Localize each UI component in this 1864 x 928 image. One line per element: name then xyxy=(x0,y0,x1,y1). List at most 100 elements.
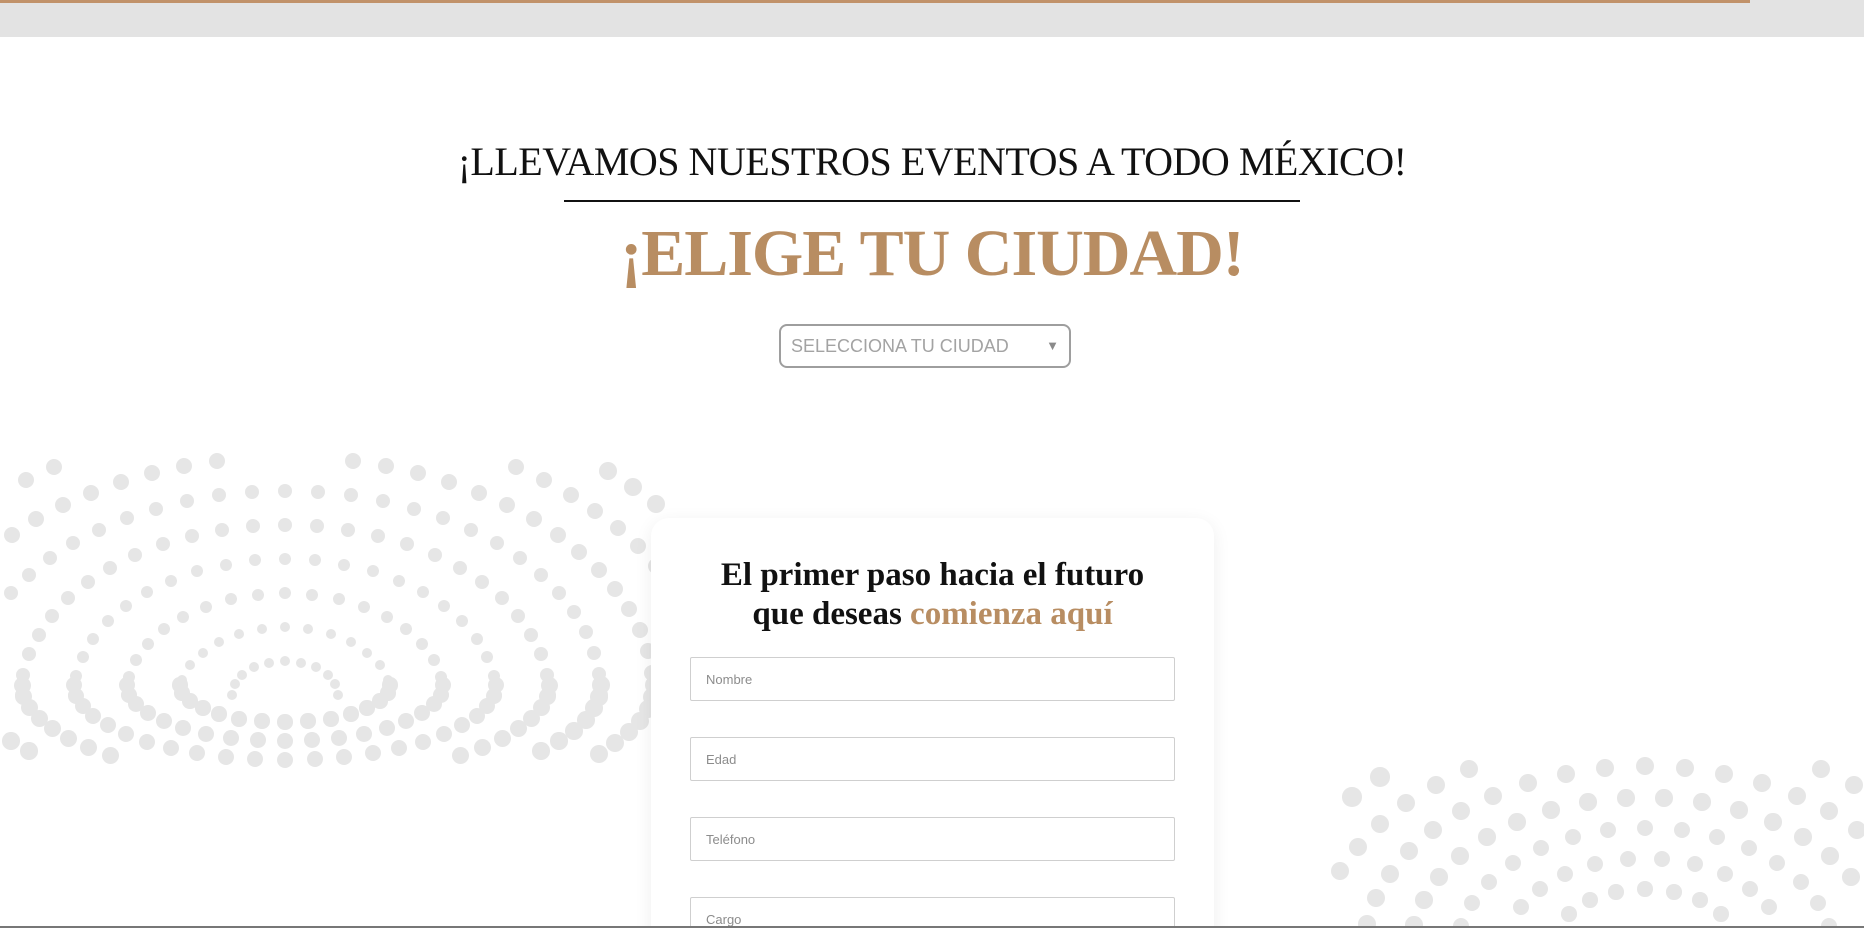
decorative-dot xyxy=(536,472,552,488)
decorative-dot xyxy=(414,705,430,721)
headline: ¡LLEVAMOS NUESTROS EVENTOS A TODO MÉXICO… xyxy=(457,139,1407,184)
decorative-dot xyxy=(198,726,214,742)
age-field[interactable] xyxy=(690,737,1175,781)
decorative-dot xyxy=(358,601,370,613)
city-select[interactable]: SELECCIONA TU CIUDAD ▼ xyxy=(779,324,1071,368)
decorative-dot xyxy=(591,562,607,578)
decorative-dot xyxy=(376,494,390,508)
decorative-dot xyxy=(1653,850,1671,868)
decorative-dot xyxy=(1608,884,1624,900)
decorative-dot xyxy=(333,690,343,700)
decorative-dot xyxy=(237,670,247,680)
decorative-dot xyxy=(1768,854,1786,872)
decorative-dot xyxy=(375,660,385,670)
position-field[interactable] xyxy=(690,897,1175,928)
decorative-dot xyxy=(188,744,206,762)
decorative-dot xyxy=(1809,894,1827,912)
decorative-dot xyxy=(1532,839,1550,857)
decorative-dot xyxy=(393,575,405,587)
decorative-dot xyxy=(471,633,483,645)
decorative-dot xyxy=(1693,793,1711,811)
decorative-dot xyxy=(1637,881,1653,897)
city-title: ¡ELIGE TU CIUDAD! xyxy=(620,217,1245,290)
decorative-dot xyxy=(185,660,195,670)
decorative-dot xyxy=(257,624,267,634)
name-field[interactable] xyxy=(690,657,1175,701)
decorative-dot xyxy=(1480,873,1498,891)
decorative-dot xyxy=(346,637,356,647)
decorative-dot xyxy=(464,523,478,537)
decorative-dot xyxy=(534,647,548,661)
decorative-dot xyxy=(1716,865,1734,883)
decorative-dot xyxy=(323,670,333,680)
decorative-dot xyxy=(144,465,160,481)
decorative-dot xyxy=(1811,759,1831,779)
decorative-dot xyxy=(66,536,80,550)
decorative-dot xyxy=(624,478,642,496)
decorative-dot xyxy=(534,568,548,582)
decorative-dot xyxy=(1741,880,1759,898)
decorative-dot xyxy=(335,748,353,766)
decorative-dot xyxy=(563,487,579,503)
dots-pattern-right xyxy=(1330,756,1864,928)
form-title-line1: El primer paso hacia el futuro xyxy=(720,557,1145,593)
decorative-dot xyxy=(156,537,170,551)
decorative-dot xyxy=(436,511,450,525)
decorative-dot xyxy=(214,637,224,647)
decorative-dot xyxy=(550,732,568,750)
decorative-dot xyxy=(276,751,294,769)
decorative-dot xyxy=(4,586,18,600)
decorative-dot xyxy=(1844,775,1864,795)
decorative-dot xyxy=(453,716,471,734)
decorative-dot xyxy=(428,548,442,562)
decorative-dot xyxy=(195,700,211,716)
decorative-dot xyxy=(217,748,235,766)
decorative-dot xyxy=(1463,894,1481,912)
decorative-dot xyxy=(249,662,259,672)
decorative-dot xyxy=(428,654,440,666)
decorative-dot xyxy=(1415,891,1433,909)
decorative-dot xyxy=(338,559,350,571)
decorative-dot xyxy=(142,638,154,650)
decorative-dot xyxy=(46,459,62,475)
decorative-dot xyxy=(508,459,524,475)
decorative-dot xyxy=(250,732,266,748)
decorative-dot xyxy=(471,485,487,501)
decorative-dot xyxy=(1430,868,1448,886)
decorative-dot xyxy=(493,729,511,747)
phone-field[interactable] xyxy=(690,817,1175,861)
decorative-dot xyxy=(18,472,34,488)
decorative-dot xyxy=(252,589,264,601)
decorative-dot xyxy=(1730,801,1748,819)
decorative-dot xyxy=(509,719,527,737)
decorative-dot xyxy=(438,600,450,612)
decorative-dot xyxy=(120,600,132,612)
decorative-dot xyxy=(524,628,538,642)
decorative-dot xyxy=(45,609,59,623)
decorative-dot xyxy=(362,648,372,658)
decorative-dot xyxy=(326,629,336,639)
decorative-dot xyxy=(81,575,95,589)
decorative-dot xyxy=(599,462,617,480)
decorative-dot xyxy=(279,553,291,565)
decorative-dot xyxy=(220,559,232,571)
decorative-dot xyxy=(1396,793,1416,813)
decorative-dot xyxy=(306,750,324,768)
decorative-dot xyxy=(1504,854,1522,872)
decorative-dot xyxy=(587,503,603,519)
decorative-dot xyxy=(1740,839,1758,857)
decorative-dot xyxy=(331,730,347,746)
decorative-dot xyxy=(647,495,665,513)
decorative-dot xyxy=(138,733,156,751)
decorative-dot xyxy=(172,677,188,693)
decorative-dot xyxy=(1794,828,1812,846)
decorative-dot xyxy=(43,551,57,565)
decorative-dot xyxy=(22,568,36,582)
decorative-dot xyxy=(1478,828,1496,846)
decorative-dot xyxy=(333,593,345,605)
decorative-dot xyxy=(323,711,339,727)
decorative-dot xyxy=(410,465,426,481)
decorative-dot xyxy=(1619,850,1637,868)
decorative-dot xyxy=(1542,801,1560,819)
decorative-dot xyxy=(223,730,239,746)
